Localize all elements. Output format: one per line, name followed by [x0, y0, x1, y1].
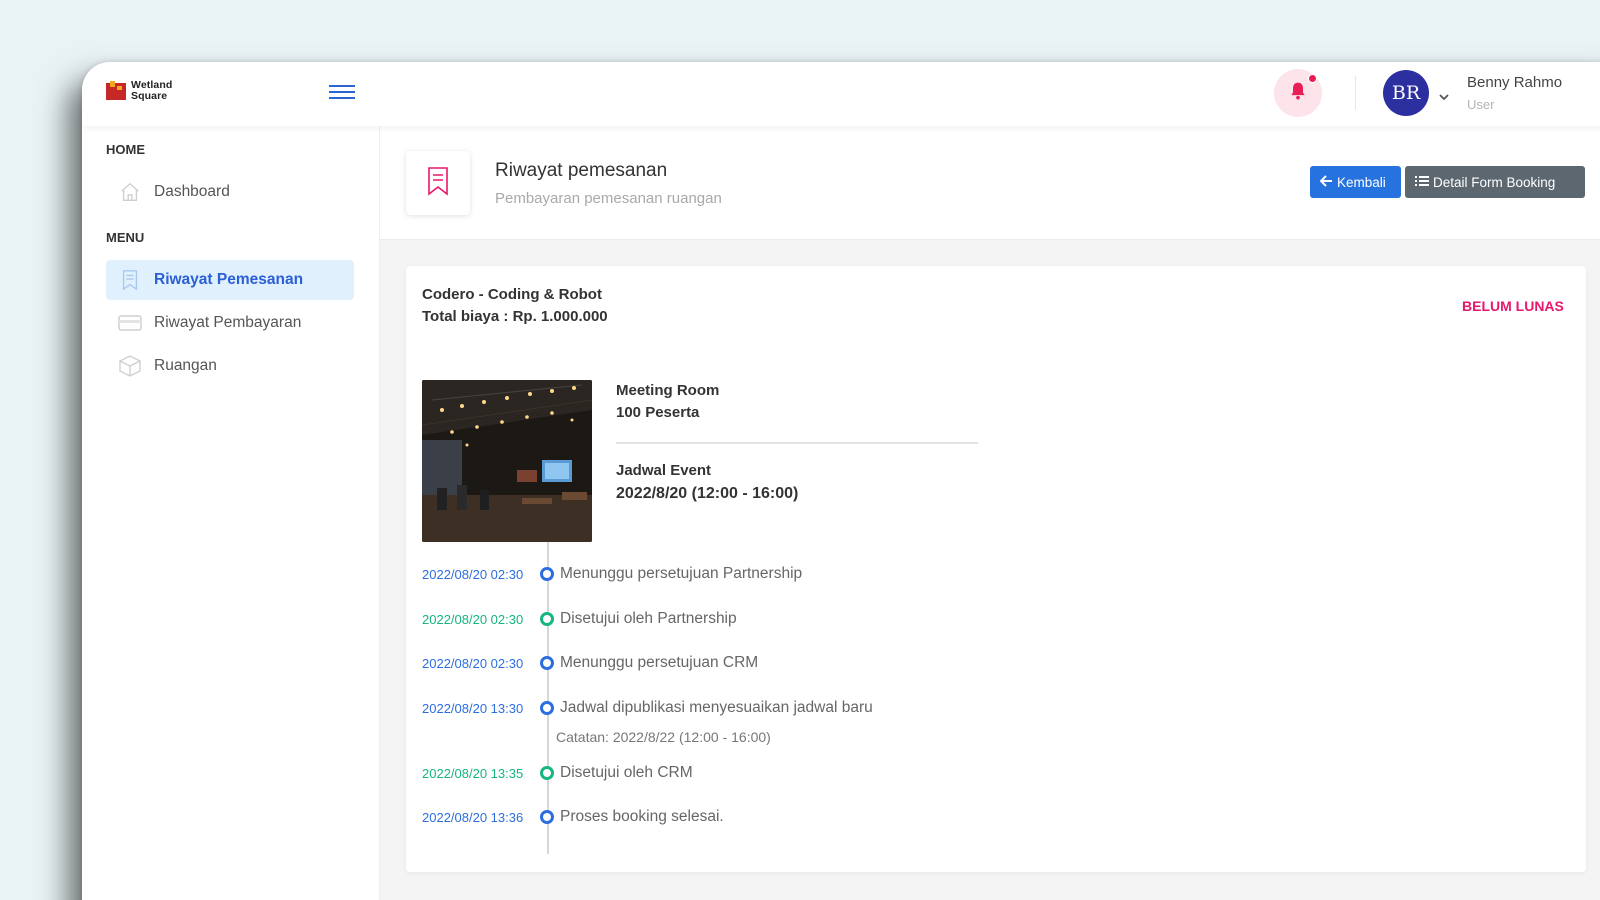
user-role: User	[1467, 97, 1495, 112]
room-divider	[616, 442, 978, 444]
event-name: Codero - Coding & Robot	[422, 286, 602, 303]
timeline-dot-icon	[540, 612, 554, 626]
timeline-dot-icon	[540, 766, 554, 780]
main-content: Riwayat pemesanan Pembayaran pemesanan r…	[380, 126, 1600, 900]
timeline-text: Menunggu persetujuan Partnership	[560, 565, 803, 582]
timeline-item: 2022/08/20 02:30 Menunggu persetujuan CR…	[422, 653, 758, 673]
total-cost: Total biaya : Rp. 1.000.000	[422, 308, 608, 325]
home-icon	[118, 180, 142, 204]
brand-name-line2: Square	[131, 90, 168, 102]
timeline-date: 2022/08/20 02:30	[422, 611, 524, 627]
brand-logo[interactable]: Wetland Square	[106, 80, 172, 102]
timeline-date: 2022/08/20 13:35	[422, 765, 524, 781]
notification-dot	[1308, 74, 1317, 83]
sidebar-item-label: Dashboard	[154, 183, 230, 200]
sidebar: HOME Dashboard MENU Riwayat Pemesanan Ri…	[82, 126, 380, 900]
booking-card: Codero - Coding & Robot Total biaya : Rp…	[406, 266, 1586, 872]
timeline-dot-icon	[540, 656, 554, 670]
chevron-down-icon[interactable]	[1438, 88, 1450, 106]
detail-form-booking-button[interactable]: Detail Form Booking	[1405, 166, 1585, 198]
menu-toggle-icon[interactable]	[328, 82, 356, 102]
timeline-text: Jadwal dipublikasi menyesuaikan jadwal b…	[560, 699, 873, 716]
bookmark-icon	[118, 268, 142, 292]
sidebar-item-label: Riwayat Pemesanan	[154, 271, 304, 288]
page-subtitle: Pembayaran pemesanan ruangan	[495, 190, 722, 207]
detail-button-label: Detail Form Booking	[1433, 174, 1556, 190]
room-capacity: 100 Peserta	[616, 404, 700, 421]
room-type: Meeting Room	[616, 382, 720, 399]
schedule-label: Jadwal Event	[616, 462, 712, 479]
sidebar-heading-menu: MENU	[106, 230, 145, 245]
timeline-item: 2022/08/20 02:30 Disetujui oleh Partners…	[422, 609, 737, 629]
sidebar-heading-home: HOME	[106, 142, 145, 157]
timeline-item: 2022/08/20 13:35 Disetujui oleh CRM	[422, 763, 693, 783]
page-title: Riwayat pemesanan	[495, 160, 668, 181]
sidebar-item-riwayat-pemesanan[interactable]: Riwayat Pemesanan	[106, 260, 354, 300]
timeline-date: 2022/08/20 13:36	[422, 809, 524, 825]
sidebar-item-label: Ruangan	[154, 357, 217, 374]
timeline-date: 2022/08/20 02:30	[422, 655, 524, 671]
sidebar-item-dashboard[interactable]: Dashboard	[106, 172, 354, 212]
list-icon	[1415, 175, 1429, 190]
box-icon	[118, 354, 142, 378]
timeline-dot-icon	[540, 701, 554, 715]
sidebar-item-ruangan[interactable]: Ruangan	[106, 346, 354, 386]
user-name[interactable]: Benny Rahmo	[1467, 74, 1562, 91]
page-header: Riwayat pemesanan Pembayaran pemesanan r…	[380, 126, 1600, 240]
topbar-divider	[1355, 76, 1356, 110]
timeline-item: 2022/08/20 13:36 Proses booking selesai.	[422, 807, 724, 827]
avatar[interactable]: BR	[1383, 70, 1429, 116]
timeline-dot-icon	[540, 567, 554, 581]
timeline-item: 2022/08/20 02:30 Menunggu persetujuan Pa…	[422, 564, 802, 584]
timeline-text: Menunggu persetujuan CRM	[560, 654, 759, 671]
back-button[interactable]: Kembali	[1310, 166, 1401, 198]
timeline-text: Proses booking selesai.	[560, 808, 724, 825]
timeline-text: Disetujui oleh CRM	[560, 764, 693, 781]
timeline-date: 2022/08/20 13:30	[422, 700, 524, 716]
room-photo[interactable]	[422, 380, 592, 542]
bookmark-icon	[426, 166, 450, 201]
header-icon-box	[406, 151, 470, 215]
timeline-note: Catatan: 2022/8/22 (12:00 - 16:00)	[556, 729, 771, 745]
timeline-dot-icon	[540, 810, 554, 824]
arrow-left-icon	[1319, 174, 1333, 190]
bell-icon	[1288, 81, 1308, 106]
status-badge: BELUM LUNAS	[1462, 298, 1564, 314]
sidebar-item-riwayat-pembayaran[interactable]: Riwayat Pembayaran	[106, 303, 354, 343]
schedule-value: 2022/8/20 (12:00 - 16:00)	[616, 485, 799, 502]
logo-mark-icon	[106, 81, 126, 101]
timeline-date: 2022/08/20 02:30	[422, 566, 524, 582]
back-button-label: Kembali	[1337, 174, 1386, 190]
sidebar-item-label: Riwayat Pembayaran	[154, 314, 302, 331]
timeline-text: Disetujui oleh Partnership	[560, 610, 737, 627]
notification-button[interactable]	[1274, 69, 1322, 117]
credit-card-icon	[118, 311, 142, 335]
timeline-item: 2022/08/20 13:30 Jadwal dipublikasi meny…	[422, 698, 873, 718]
app-window: Wetland Square BR Benny Rahmo User HOME …	[82, 62, 1600, 900]
top-bar: Wetland Square BR Benny Rahmo User	[82, 62, 1600, 126]
